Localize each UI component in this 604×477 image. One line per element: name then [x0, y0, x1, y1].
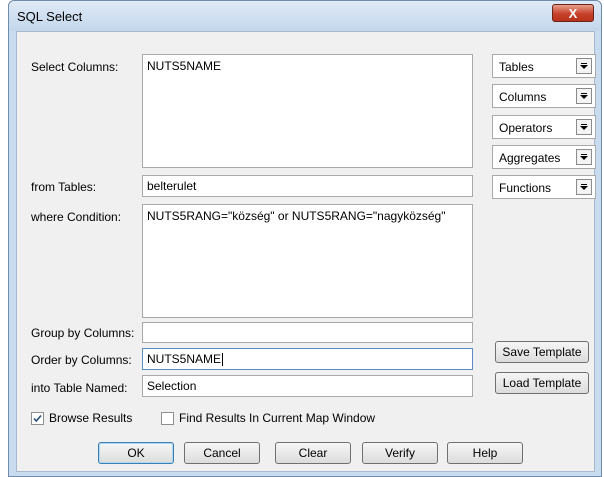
operators-dropdown-label: Operators: [499, 121, 553, 135]
load-template-label: Load Template: [502, 376, 582, 390]
order-by-value: NUTS5NAME: [147, 352, 222, 366]
dropdown-arrow-icon[interactable]: [576, 119, 592, 135]
find-results-check[interactable]: [161, 411, 174, 425]
ok-button[interactable]: OK: [98, 442, 174, 464]
browse-results-label: Browse Results: [49, 411, 133, 425]
group-by-field[interactable]: [142, 322, 473, 343]
tables-dropdown[interactable]: Tables: [492, 54, 596, 78]
where-condition-field[interactable]: NUTS5RANG="község" or NUTS5RANG="nagyköz…: [142, 204, 473, 318]
from-tables-field[interactable]: belterulet: [142, 175, 473, 197]
from-tables-label: from Tables:: [31, 180, 97, 194]
dropdown-arrow-icon[interactable]: [576, 88, 592, 104]
select-columns-field[interactable]: NUTS5NAME: [142, 54, 473, 168]
into-table-label: into Table Named:: [31, 381, 128, 395]
cancel-button[interactable]: Cancel: [184, 442, 260, 464]
aggregates-dropdown[interactable]: Aggregates: [492, 145, 596, 169]
tables-dropdown-label: Tables: [499, 60, 534, 74]
dialog-title: SQL Select: [17, 9, 83, 24]
dropdown-arrow-icon[interactable]: [576, 179, 592, 195]
order-by-field[interactable]: NUTS5NAME: [142, 348, 473, 370]
clear-button[interactable]: Clear: [275, 442, 351, 464]
close-icon: X: [568, 5, 578, 21]
browse-results-check[interactable]: [31, 411, 44, 425]
checkmark-icon: [33, 414, 42, 422]
columns-dropdown-label: Columns: [499, 90, 547, 104]
find-results-label: Find Results In Current Map Window: [179, 411, 376, 425]
help-label: Help: [472, 446, 498, 460]
from-tables-value: belterulet: [147, 179, 197, 193]
find-results-checkbox[interactable]: Find Results In Current Map Window: [161, 411, 375, 425]
where-condition-label: where Condition:: [31, 210, 122, 224]
select-columns-label: Select Columns:: [31, 60, 119, 74]
text-caret: [222, 353, 224, 367]
columns-dropdown[interactable]: Columns: [492, 84, 596, 108]
dropdown-arrow-icon[interactable]: [576, 58, 592, 74]
title-bar[interactable]: SQL Select X: [9, 1, 601, 31]
cancel-label: Cancel: [203, 446, 241, 460]
into-table-value: Selection: [147, 379, 197, 393]
group-by-label: Group by Columns:: [31, 326, 135, 340]
functions-dropdown-label: Functions: [499, 181, 552, 195]
where-condition-value: NUTS5RANG="község" or NUTS5RANG="nagyköz…: [147, 209, 446, 223]
verify-button[interactable]: Verify: [362, 442, 438, 464]
help-button[interactable]: Help: [447, 442, 523, 464]
save-template-label: Save Template: [502, 345, 582, 359]
dropdown-arrow-icon[interactable]: [576, 149, 592, 165]
close-button[interactable]: X: [552, 4, 594, 22]
clear-label: Clear: [298, 446, 328, 460]
verify-label: Verify: [384, 446, 415, 460]
sql-select-dialog: SQL Select X Select Columns: from Tables…: [8, 0, 602, 477]
order-by-label: Order by Columns:: [31, 353, 132, 367]
load-template-button[interactable]: Load Template: [495, 372, 589, 394]
ok-label: OK: [127, 446, 145, 460]
save-template-button[interactable]: Save Template: [495, 341, 589, 363]
into-table-field[interactable]: Selection: [142, 375, 473, 397]
select-columns-value: NUTS5NAME: [147, 59, 222, 73]
aggregates-dropdown-label: Aggregates: [499, 151, 561, 165]
dialog-body: Select Columns: from Tables: where Condi…: [16, 31, 596, 472]
operators-dropdown[interactable]: Operators: [492, 115, 596, 139]
browse-results-checkbox[interactable]: Browse Results: [31, 411, 132, 425]
functions-dropdown[interactable]: Functions: [492, 175, 596, 199]
